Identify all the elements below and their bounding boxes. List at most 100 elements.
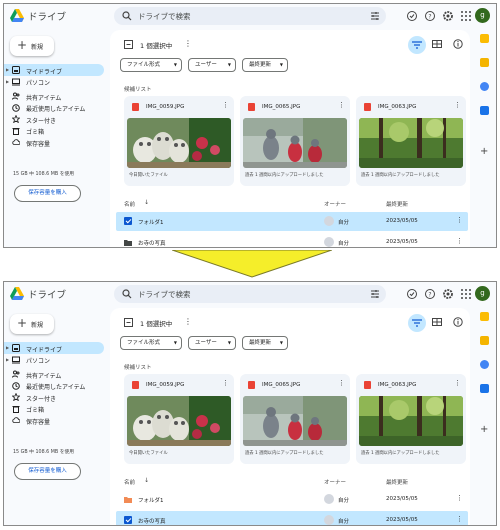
sidebar-item-trash[interactable]: ゴミ箱	[4, 125, 110, 136]
buy-storage-button[interactable]: 保存容量を購入	[14, 463, 81, 480]
caret-down-icon: ▼	[279, 62, 283, 67]
sidebar-item-recent[interactable]: 最近使用したアイテム	[4, 380, 110, 391]
column-name[interactable]: 名前	[124, 478, 135, 486]
sidebar-item-starred[interactable]: スター付き	[4, 391, 110, 403]
help-icon[interactable]: ?	[424, 288, 436, 300]
sort-arrow-icon[interactable]: ↓	[144, 477, 149, 484]
sidebar-item-my-drive[interactable]: ▶ マイドライブ	[4, 342, 104, 354]
calendar-icon[interactable]	[480, 34, 489, 43]
sidebar-item-shared[interactable]: 共有アイテム	[4, 90, 110, 102]
settings-icon[interactable]	[442, 288, 454, 300]
suggested-card[interactable]: IMG_0065.JPG ⋮ 過去 1 週間以内にアップロードしました	[240, 96, 350, 186]
info-icon[interactable]	[453, 39, 463, 49]
close-icon[interactable]	[124, 318, 133, 327]
keep-icon[interactable]	[480, 58, 489, 67]
more-vert-icon[interactable]: ⋮	[184, 317, 192, 326]
more-vert-icon[interactable]: ⋮	[222, 379, 229, 387]
drive-logo-icon	[10, 287, 24, 300]
sidebar-item-storage[interactable]: 保存容量	[4, 136, 110, 148]
apps-icon[interactable]	[460, 10, 472, 22]
contacts-icon[interactable]	[480, 384, 489, 393]
sidebar-item-label: パソコン	[26, 358, 51, 365]
chip-user[interactable]: ユーザー ▼	[188, 336, 236, 350]
new-button[interactable]: + 新規	[10, 36, 54, 56]
chip-modified[interactable]: 最終更新 ▼	[242, 58, 288, 72]
suggested-card[interactable]: IMG_0063.JPG ⋮ 過去 1 週間以内にアップロードしました	[356, 374, 466, 464]
more-vert-icon[interactable]: ⋮	[456, 216, 463, 224]
sidebar-item-computers[interactable]: ▶ パソコン	[4, 76, 110, 87]
offline-icon[interactable]	[406, 10, 418, 22]
filter-button[interactable]	[408, 36, 426, 54]
buy-storage-button[interactable]: 保存容量を購入	[14, 185, 81, 202]
more-vert-icon[interactable]: ⋮	[456, 494, 463, 502]
add-addon-icon[interactable]: +	[480, 424, 488, 435]
column-modified[interactable]: 最終更新	[386, 478, 408, 486]
suggested-card[interactable]: IMG_0059.JPG ⋮ 今日開いたファイル	[124, 374, 234, 464]
sidebar-item-shared[interactable]: 共有アイテム	[4, 368, 110, 380]
checkbox-checked-icon[interactable]	[124, 516, 132, 524]
filter-button[interactable]	[408, 314, 426, 332]
table-row[interactable]: お寺の写真 自分 2023/05/05 ⋮	[116, 511, 468, 525]
expand-icon[interactable]: ▶	[6, 345, 9, 350]
sidebar-item-storage[interactable]: 保存容量	[4, 414, 110, 426]
contacts-icon[interactable]	[480, 106, 489, 115]
more-vert-icon[interactable]: ⋮	[222, 101, 229, 109]
search-box[interactable]: ドライブで検索	[114, 285, 386, 303]
more-vert-icon[interactable]: ⋮	[338, 101, 345, 109]
calendar-icon[interactable]	[480, 312, 489, 321]
thumbnail-frogs	[127, 118, 231, 168]
add-addon-icon[interactable]: +	[480, 146, 488, 157]
expand-icon[interactable]: ▶	[6, 67, 9, 72]
search-box[interactable]: ドライブで検索	[114, 7, 386, 25]
keep-icon[interactable]	[480, 336, 489, 345]
more-vert-icon[interactable]: ⋮	[456, 515, 463, 523]
offline-icon[interactable]	[406, 288, 418, 300]
caret-down-icon: ▼	[227, 340, 231, 345]
table-row[interactable]: フォルダ1 自分 2023/05/05 ⋮	[116, 212, 468, 231]
sidebar-item-recent[interactable]: 最近使用したアイテム	[4, 102, 110, 113]
owner-avatar	[324, 515, 334, 525]
avatar[interactable]: g	[475, 8, 490, 23]
tune-icon[interactable]	[370, 11, 380, 21]
chip-modified[interactable]: 最終更新 ▼	[242, 336, 288, 350]
help-icon[interactable]: ?	[424, 10, 436, 22]
chip-file-type[interactable]: ファイル形式 ▼	[120, 336, 182, 350]
card-filename: IMG_0065.JPG	[262, 382, 301, 388]
expand-icon[interactable]: ▶	[6, 79, 9, 84]
more-vert-icon[interactable]: ⋮	[338, 379, 345, 387]
grid-view-icon[interactable]	[432, 317, 442, 327]
checkbox-checked-icon[interactable]	[124, 217, 132, 225]
avatar[interactable]: g	[475, 286, 490, 301]
sidebar-item-computers[interactable]: ▶ パソコン	[4, 354, 110, 365]
info-icon[interactable]	[453, 317, 463, 327]
sort-arrow-icon[interactable]: ↓	[144, 199, 149, 206]
close-icon[interactable]	[124, 40, 133, 49]
column-name[interactable]: 名前	[124, 200, 135, 208]
suggested-card[interactable]: IMG_0059.JPG ⋮ 今日開いたファイル	[124, 96, 234, 186]
more-vert-icon[interactable]: ⋮	[184, 39, 192, 48]
card-subtitle: 過去 1 週間以内にアップロードしました	[361, 451, 440, 456]
new-button[interactable]: + 新規	[10, 314, 54, 334]
column-modified[interactable]: 最終更新	[386, 200, 408, 208]
suggested-card[interactable]: IMG_0065.JPG ⋮ 過去 1 週間以内にアップロードしました	[240, 374, 350, 464]
more-vert-icon[interactable]: ⋮	[454, 379, 461, 387]
tasks-icon[interactable]	[480, 360, 489, 369]
settings-icon[interactable]	[442, 10, 454, 22]
table-row[interactable]: フォルダ1 自分 2023/05/05 ⋮	[116, 490, 468, 509]
suggested-card[interactable]: IMG_0063.JPG ⋮ 過去 1 週間以内にアップロードしました	[356, 96, 466, 186]
tune-icon[interactable]	[370, 289, 380, 299]
apps-icon[interactable]	[460, 288, 472, 300]
my-drive-icon	[12, 344, 20, 352]
tasks-icon[interactable]	[480, 82, 489, 91]
row-name: フォルダ1	[138, 498, 164, 504]
more-vert-icon[interactable]: ⋮	[456, 237, 463, 245]
more-vert-icon[interactable]: ⋮	[454, 101, 461, 109]
sidebar-item-starred[interactable]: スター付き	[4, 113, 110, 125]
grid-view-icon[interactable]	[432, 39, 442, 49]
sidebar-item-my-drive[interactable]: ▶ マイドライブ	[4, 64, 104, 76]
expand-icon[interactable]: ▶	[6, 357, 9, 362]
chip-user[interactable]: ユーザー ▼	[188, 58, 236, 72]
table-row[interactable]: お寺の写真 自分 2023/05/05 ⋮	[116, 233, 468, 247]
chip-file-type[interactable]: ファイル形式 ▼	[120, 58, 182, 72]
sidebar-item-trash[interactable]: ゴミ箱	[4, 403, 110, 414]
